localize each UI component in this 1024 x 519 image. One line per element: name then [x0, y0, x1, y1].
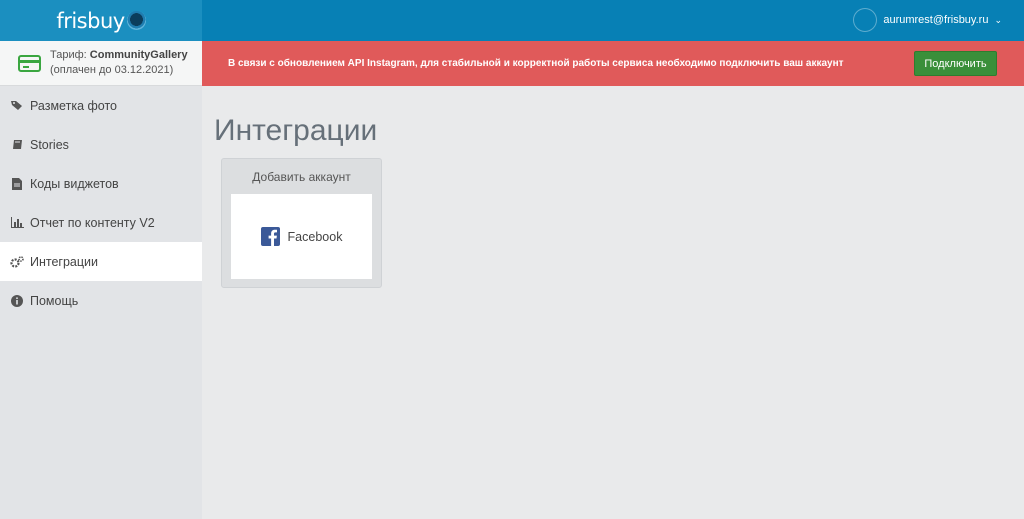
tariff-text: Тариф: CommunityGallery (оплачен до 03.1… [50, 48, 188, 78]
sidebar-item-widget-codes[interactable]: Коды виджетов [0, 164, 202, 203]
page-title: Интеграции [214, 114, 378, 147]
sidebar-item-label: Разметка фото [30, 98, 117, 113]
sidebar-item-integrations[interactable]: Интеграции [0, 242, 202, 281]
user-email: aurumrest@frisbuy.ru [883, 14, 989, 26]
cogs-icon [10, 255, 24, 268]
tariff-paid-until: (оплачен до 03.12.2021) [50, 64, 174, 76]
tariff-info: Тариф: CommunityGallery (оплачен до 03.1… [0, 41, 202, 86]
tariff-plan: CommunityGallery [89, 49, 188, 61]
facebook-icon [260, 227, 280, 246]
banner-message: В связи с обновлением API Instagram, для… [228, 58, 844, 69]
top-bar: frisbuy aurumrest@frisbuy.ru ⌄ [0, 0, 1024, 41]
tags-icon [10, 100, 24, 111]
user-menu[interactable]: aurumrest@frisbuy.ru ⌄ [853, 8, 1002, 32]
add-account-panel: Добавить аккаунт Facebook [221, 158, 382, 288]
api-alert-banner: В связи с обновлением API Instagram, для… [202, 41, 1024, 86]
sidebar: Тариф: CommunityGallery (оплачен до 03.1… [0, 41, 202, 519]
connect-button[interactable]: Подключить [914, 51, 997, 76]
sidebar-item-label: Отчет по контенту V2 [30, 215, 155, 230]
facebook-integration-card[interactable]: Facebook [231, 194, 372, 279]
facebook-label: Facebook [287, 229, 343, 244]
sidebar-item-label: Stories [30, 137, 69, 152]
info-icon [10, 294, 24, 307]
logo[interactable]: frisbuy [0, 0, 202, 41]
logo-disc-icon [126, 11, 146, 30]
book-icon [10, 139, 24, 150]
tariff-label: Тариф: [50, 49, 87, 61]
sidebar-item-label: Коды виджетов [30, 176, 119, 191]
sidebar-item-help[interactable]: Помощь [0, 281, 202, 320]
credit-card-icon [18, 54, 41, 72]
chevron-down-icon[interactable]: ⌄ [994, 15, 1002, 26]
sidebar-item-label: Интеграции [30, 254, 99, 269]
sidebar-item-stories[interactable]: Stories [0, 125, 202, 164]
logo-text: frisbuy [56, 8, 125, 33]
avatar[interactable] [853, 8, 878, 32]
sidebar-item-content-report[interactable]: Отчет по контенту V2 [0, 203, 202, 242]
sidebar-item-label: Помощь [30, 293, 79, 308]
bar-chart-icon [10, 217, 24, 228]
file-icon [10, 177, 24, 190]
sidebar-item-photo-markup[interactable]: Разметка фото [0, 86, 202, 125]
panel-title: Добавить аккаунт [252, 170, 351, 184]
